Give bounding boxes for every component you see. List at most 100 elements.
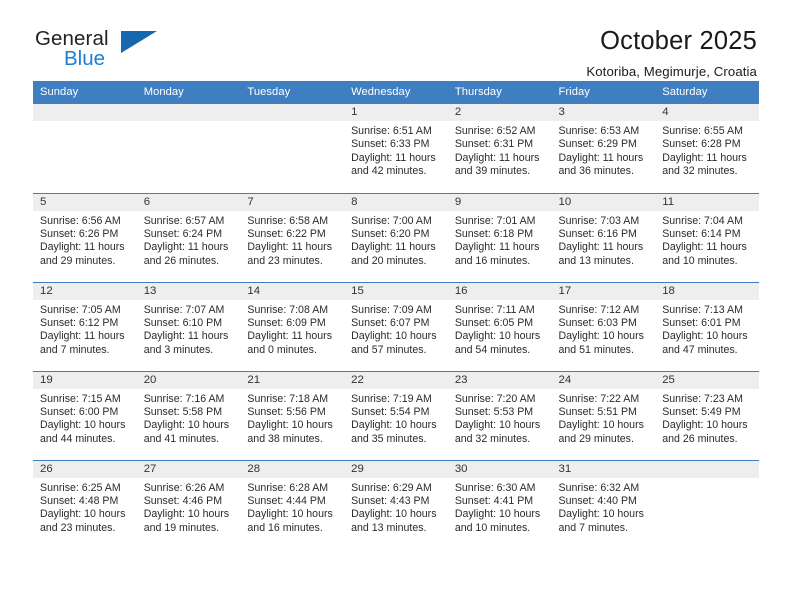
- calendar-cell-empty: [240, 104, 345, 193]
- sunset-text: Sunset: 6:12 PM: [40, 316, 119, 329]
- calendar-cell-day-19[interactable]: 19 Sunrise: 7:15 AM Sunset: 6:00 PM Dayligh…: [33, 370, 137, 460]
- daylight-text-line1: Daylight: 11 hours: [247, 330, 333, 343]
- sunset-text: Sunset: 6:22 PM: [247, 227, 326, 240]
- daylight-text-line1: Daylight: 10 hours: [143, 419, 230, 432]
- day-cell: 6 Sunrise: 6:57 AM Sunset: 6:24 PM Daylight…: [136, 193, 241, 282]
- daylight-text-line2: and 35 minutes.: [351, 432, 427, 445]
- sunrise-text: Sunrise: 7:15 AM: [40, 392, 121, 405]
- sunset-text: Sunset: 6:33 PM: [351, 138, 430, 151]
- day-number: 26: [33, 460, 137, 478]
- day-cell: 25 Sunrise: 7:23 AM Sunset: 5:49 PM Dayligh…: [655, 371, 759, 460]
- calendar-cell-day-20[interactable]: 20 Sunrise: 7:16 AM Sunset: 5:58 PM Dayligh…: [136, 370, 241, 460]
- day-cell: 13 Sunrise: 7:07 AM Sunset: 6:10 PM Dayligh…: [136, 282, 241, 371]
- calendar-cell-day-21[interactable]: 21 Sunrise: 7:18 AM Sunset: 5:56 PM Dayligh…: [240, 370, 345, 460]
- daylight-text-line1: Daylight: 10 hours: [40, 508, 126, 521]
- weekday-header-saturday: Saturday: [655, 81, 759, 104]
- day-number: 23: [447, 371, 552, 389]
- daylight-text-line2: and 19 minutes.: [143, 521, 220, 534]
- weekday-header-monday: Monday: [136, 81, 241, 104]
- daylight-text-line2: and 20 minutes.: [351, 254, 427, 267]
- daylight-text-line2: and 44 minutes.: [40, 432, 116, 445]
- day-cell: 18 Sunrise: 7:13 AM Sunset: 6:01 PM Dayligh…: [655, 282, 759, 371]
- calendar-cell-day-15[interactable]: 15 Sunrise: 7:09 AM Sunset: 6:07 PM Dayligh…: [344, 281, 448, 371]
- day-cell: 1 Sunrise: 6:51 AM Sunset: 6:33 PM Daylight…: [344, 104, 448, 192]
- day-number: 21: [240, 371, 345, 389]
- day-details: Sunrise: 7:07 AM Sunset: 6:10 PM Daylight:…: [137, 300, 241, 358]
- calendar-cell-day-12[interactable]: 12 Sunrise: 7:05 AM Sunset: 6:12 PM Dayligh…: [33, 281, 137, 371]
- sunrise-text: Sunrise: 7:07 AM: [143, 303, 225, 316]
- daylight-text-line1: Daylight: 10 hours: [558, 419, 644, 432]
- calendar-cell-day-13[interactable]: 13 Sunrise: 7:07 AM Sunset: 6:10 PM Dayligh…: [136, 281, 241, 371]
- calendar-cell-day-1[interactable]: 1 Sunrise: 6:51 AM Sunset: 6:33 PM Daylight…: [344, 104, 448, 193]
- calendar-cell-day-23[interactable]: 23 Sunrise: 7:20 AM Sunset: 5:53 PM Dayligh…: [447, 370, 552, 460]
- day-cell: 29 Sunrise: 6:29 AM Sunset: 4:43 PM Dayligh…: [344, 460, 448, 549]
- calendar-cell-day-3[interactable]: 3 Sunrise: 6:53 AM Sunset: 6:29 PM Daylight…: [551, 104, 656, 193]
- calendar-cell-day-29[interactable]: 29 Sunrise: 6:29 AM Sunset: 4:43 PM Dayligh…: [344, 459, 448, 549]
- sunset-text: Sunset: 6:20 PM: [351, 227, 430, 240]
- day-number: 30: [447, 460, 552, 478]
- day-cell: 9 Sunrise: 7:01 AM Sunset: 6:18 PM Daylight…: [447, 193, 552, 282]
- calendar-cell-day-26[interactable]: 26 Sunrise: 6:25 AM Sunset: 4:48 PM Dayligh…: [33, 459, 137, 549]
- sunset-text: Sunset: 6:14 PM: [662, 227, 741, 240]
- day-number: 19: [33, 371, 137, 389]
- sunset-text: Sunset: 6:00 PM: [40, 405, 119, 418]
- calendar-cell-day-22[interactable]: 22 Sunrise: 7:19 AM Sunset: 5:54 PM Dayligh…: [344, 370, 448, 460]
- calendar-cell-day-30[interactable]: 30 Sunrise: 6:30 AM Sunset: 4:41 PM Dayligh…: [447, 459, 552, 549]
- calendar-cell-day-18[interactable]: 18 Sunrise: 7:13 AM Sunset: 6:01 PM Dayligh…: [655, 281, 759, 371]
- calendar-cell-day-25[interactable]: 25 Sunrise: 7:23 AM Sunset: 5:49 PM Dayligh…: [655, 370, 759, 460]
- calendar-cell-empty: [655, 459, 759, 549]
- daylight-text-line2: and 10 minutes.: [662, 254, 738, 267]
- calendar-head: Sunday Monday Tuesday Wednesday Thursday Frid…: [33, 81, 759, 104]
- daylight-text-line2: and 0 minutes.: [247, 343, 317, 356]
- sunrise-text: Sunrise: 7:19 AM: [351, 392, 432, 405]
- day-details: Sunrise: 6:51 AM Sunset: 6:33 PM Daylight:…: [344, 121, 448, 179]
- sunrise-text: Sunrise: 7:16 AM: [143, 392, 225, 405]
- calendar-cell-day-2[interactable]: 2 Sunrise: 6:52 AM Sunset: 6:31 PM Daylight…: [447, 104, 552, 193]
- day-cell: [33, 104, 137, 192]
- day-details: Sunrise: 6:30 AM Sunset: 4:41 PM Daylight:…: [448, 478, 552, 536]
- calendar-cell-day-11[interactable]: 11 Sunrise: 7:04 AM Sunset: 6:14 PM Dayligh…: [655, 192, 759, 282]
- day-cell: 31 Sunrise: 6:32 AM Sunset: 4:40 PM Dayligh…: [551, 460, 656, 549]
- day-details: Sunrise: 6:32 AM Sunset: 4:40 PM Daylight:…: [552, 478, 656, 536]
- calendar-cell-day-16[interactable]: 16 Sunrise: 7:11 AM Sunset: 6:05 PM Dayligh…: [447, 281, 552, 371]
- day-cell: 10 Sunrise: 7:03 AM Sunset: 6:16 PM Dayligh…: [551, 193, 656, 282]
- calendar-cell-day-17[interactable]: 17 Sunrise: 7:12 AM Sunset: 6:03 PM Dayligh…: [551, 281, 656, 371]
- calendar-cell-day-4[interactable]: 4 Sunrise: 6:55 AM Sunset: 6:28 PM Daylight…: [655, 104, 759, 193]
- daylight-text-line2: and 7 minutes.: [40, 343, 110, 356]
- calendar-week-row: 12 Sunrise: 7:05 AM Sunset: 6:12 PM Dayligh…: [33, 281, 759, 371]
- calendar-cell-day-6[interactable]: 6 Sunrise: 6:57 AM Sunset: 6:24 PM Daylight…: [136, 192, 241, 282]
- daylight-text-line2: and 16 minutes.: [247, 521, 323, 534]
- day-number: 13: [136, 282, 241, 300]
- sunset-text: Sunset: 4:44 PM: [247, 494, 326, 507]
- day-number: 9: [447, 193, 552, 211]
- daylight-text-line2: and 41 minutes.: [143, 432, 220, 445]
- daylight-text-line1: Daylight: 11 hours: [351, 241, 436, 254]
- daylight-text-line1: Daylight: 10 hours: [143, 508, 230, 521]
- sunset-text: Sunset: 6:10 PM: [143, 316, 223, 329]
- calendar-cell-day-31[interactable]: 31 Sunrise: 6:32 AM Sunset: 4:40 PM Dayligh…: [551, 459, 656, 549]
- calendar-cell-day-9[interactable]: 9 Sunrise: 7:01 AM Sunset: 6:18 PM Daylight…: [447, 192, 552, 282]
- day-cell: 23 Sunrise: 7:20 AM Sunset: 5:53 PM Dayligh…: [447, 371, 552, 460]
- calendar-cell-day-24[interactable]: 24 Sunrise: 7:22 AM Sunset: 5:51 PM Dayligh…: [551, 370, 656, 460]
- daylight-text-line1: Daylight: 10 hours: [351, 330, 437, 343]
- daylight-text-line1: Daylight: 10 hours: [662, 330, 748, 343]
- daylight-text-line1: Daylight: 11 hours: [558, 241, 644, 254]
- sunrise-text: Sunrise: 6:29 AM: [351, 481, 432, 494]
- calendar-cell-day-27[interactable]: 27 Sunrise: 6:26 AM Sunset: 4:46 PM Dayligh…: [136, 459, 241, 549]
- day-cell: 11 Sunrise: 7:04 AM Sunset: 6:14 PM Dayligh…: [655, 193, 759, 282]
- calendar-cell-day-8[interactable]: 8 Sunrise: 7:00 AM Sunset: 6:20 PM Daylight…: [344, 192, 448, 282]
- day-number: 8: [344, 193, 448, 211]
- daylight-text-line1: Daylight: 10 hours: [247, 419, 333, 432]
- day-number: [655, 460, 759, 478]
- daylight-text-line1: Daylight: 11 hours: [351, 151, 436, 164]
- day-cell: [136, 104, 241, 192]
- calendar-table: Sunday Monday Tuesday Wednesday Thursday Frid…: [33, 81, 759, 549]
- day-details: Sunrise: 6:52 AM Sunset: 6:31 PM Daylight:…: [448, 121, 552, 179]
- day-details: Sunrise: 6:56 AM Sunset: 6:26 PM Daylight:…: [33, 211, 137, 269]
- calendar-cell-day-28[interactable]: 28 Sunrise: 6:28 AM Sunset: 4:44 PM Dayligh…: [240, 459, 345, 549]
- calendar-cell-day-14[interactable]: 14 Sunrise: 7:08 AM Sunset: 6:09 PM Dayligh…: [240, 281, 345, 371]
- calendar-cell-day-5[interactable]: 5 Sunrise: 6:56 AM Sunset: 6:26 PM Daylight…: [33, 192, 137, 282]
- calendar-cell-day-7[interactable]: 7 Sunrise: 6:58 AM Sunset: 6:22 PM Daylight…: [240, 192, 345, 282]
- calendar-cell-day-10[interactable]: 10 Sunrise: 7:03 AM Sunset: 6:16 PM Dayligh…: [551, 192, 656, 282]
- sunrise-text: Sunrise: 7:18 AM: [247, 392, 329, 405]
